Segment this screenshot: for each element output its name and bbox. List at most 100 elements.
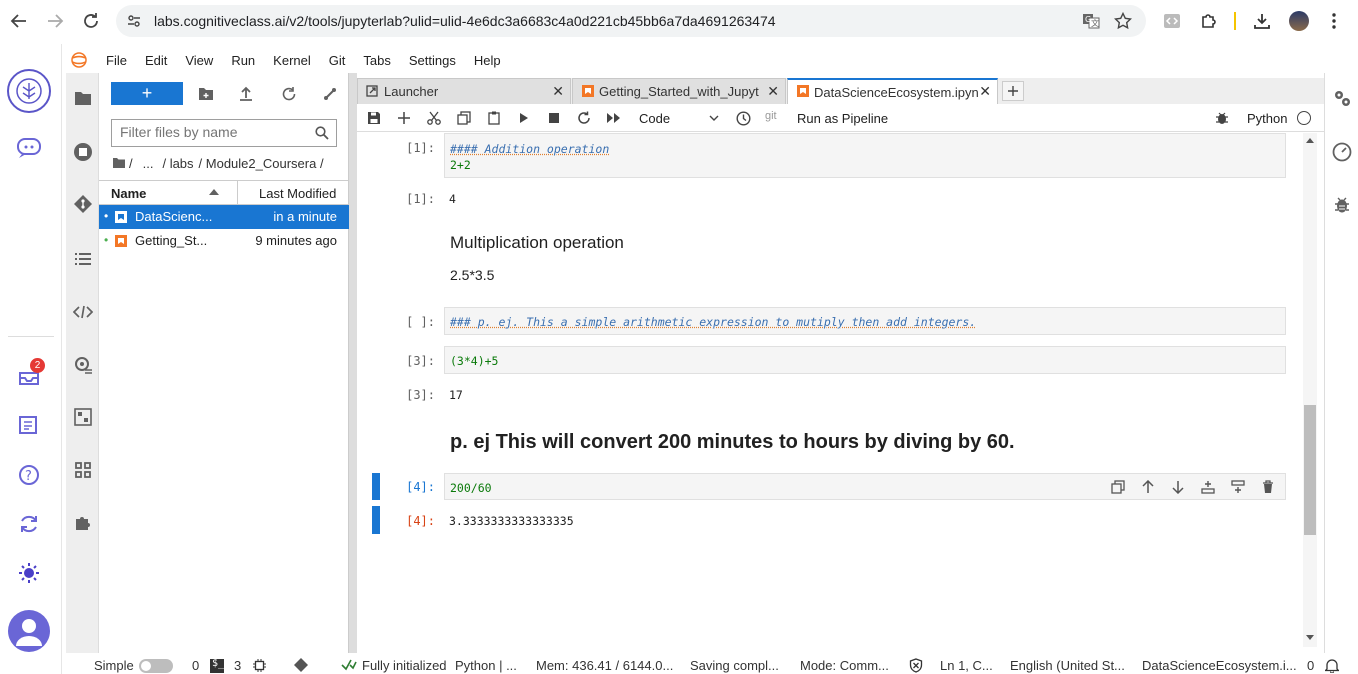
menu-tabs[interactable]: Tabs — [363, 53, 390, 68]
table-of-contents-icon[interactable] — [66, 248, 99, 270]
run-cell-icon[interactable] — [515, 110, 533, 126]
home-folder-icon[interactable] — [113, 158, 125, 168]
interrupt-kernel-icon[interactable] — [545, 110, 563, 126]
sort-caret-up-icon[interactable] — [209, 189, 219, 195]
save-icon[interactable] — [365, 110, 383, 126]
restart-run-all-icon[interactable] — [605, 110, 623, 126]
code-cell[interactable]: 200/60 — [444, 473, 1286, 500]
tab-getting-started[interactable]: Getting_Started_with_Jupyt ✕ — [572, 78, 786, 104]
debugger-icon[interactable] — [1331, 194, 1353, 216]
code-snippets-icon[interactable] — [66, 301, 99, 323]
terminals-count[interactable]: 0 — [192, 658, 199, 673]
bell-icon[interactable] — [1323, 657, 1341, 673]
filter-files-field[interactable] — [120, 120, 310, 144]
copy-icon[interactable] — [455, 110, 473, 126]
clock-icon[interactable] — [734, 109, 752, 127]
help-icon[interactable]: ? — [17, 463, 41, 487]
scroll-down-icon[interactable] — [1306, 635, 1314, 641]
extensions-puzzle-icon[interactable] — [1199, 11, 1219, 31]
close-tab-icon[interactable]: ✕ — [552, 83, 564, 100]
file-row[interactable]: • DataScienc... in a minute — [99, 205, 349, 229]
trust-shield-icon[interactable] — [908, 657, 924, 673]
forward-icon[interactable] — [44, 10, 66, 32]
git-clone-icon[interactable] — [320, 84, 340, 104]
insert-below-icon[interactable] — [1230, 479, 1246, 495]
more-menu-icon[interactable] — [1326, 11, 1342, 31]
paste-icon[interactable] — [485, 110, 503, 126]
profile-avatar[interactable] — [1289, 11, 1309, 31]
add-tab-icon[interactable] — [1002, 81, 1024, 101]
user-avatar[interactable] — [8, 610, 50, 652]
translate-icon[interactable]: G文 — [1082, 12, 1100, 30]
menu-git[interactable]: Git — [329, 53, 346, 68]
lsp-status[interactable]: Fully initialized — [362, 658, 447, 673]
news-icon[interactable] — [17, 414, 41, 436]
insert-above-icon[interactable] — [1200, 479, 1216, 495]
code-cell[interactable]: #### Addition operation 2+2 — [444, 133, 1286, 178]
property-inspector-icon[interactable] — [66, 354, 99, 376]
reload-icon[interactable] — [80, 10, 102, 32]
menu-settings[interactable]: Settings — [409, 53, 456, 68]
close-tab-icon[interactable]: ✕ — [979, 83, 991, 100]
restart-kernel-icon[interactable] — [575, 110, 593, 126]
bookmark-star-icon[interactable] — [1114, 12, 1132, 30]
refresh-icon[interactable] — [17, 512, 41, 536]
menu-edit[interactable]: Edit — [145, 53, 167, 68]
code-extension-icon[interactable] — [1162, 11, 1182, 31]
breadcrumb-ellipsis[interactable]: ... — [143, 156, 154, 171]
tab-datascience-ecosystem[interactable]: DataScienceEcosystem.ipyn ✕ — [787, 78, 998, 104]
cut-icon[interactable] — [425, 110, 443, 126]
git-label[interactable]: git — [765, 110, 777, 122]
breadcrumb-module[interactable]: / Module2_Coursera / — [199, 156, 324, 171]
menu-kernel[interactable]: Kernel — [273, 53, 311, 68]
column-last-modified[interactable]: Last Modified — [259, 186, 336, 201]
run-as-pipeline-button[interactable]: Run as Pipeline — [797, 111, 888, 126]
tab-launcher[interactable]: Launcher ✕ — [357, 78, 571, 104]
address-bar[interactable]: labs.cognitiveclass.ai/v2/tools/jupyterl… — [116, 5, 1146, 37]
lsp-connection-icon[interactable] — [340, 657, 358, 673]
upload-icon[interactable] — [236, 84, 256, 104]
panel-splitter[interactable] — [349, 73, 357, 653]
breadcrumb-root[interactable]: / — [129, 156, 133, 171]
code-cell[interactable]: (3*4)+5 — [444, 346, 1286, 374]
refresh-files-icon[interactable] — [279, 84, 299, 104]
cursor-position[interactable]: Ln 1, C... — [940, 658, 993, 673]
move-up-icon[interactable] — [1140, 479, 1156, 495]
back-icon[interactable] — [8, 10, 30, 32]
property-gears-icon[interactable] — [1331, 87, 1353, 109]
git-icon[interactable] — [66, 193, 99, 215]
debugger-bug-icon[interactable] — [1213, 110, 1231, 126]
simple-mode-toggle[interactable] — [139, 659, 173, 673]
duplicate-cell-icon[interactable] — [1110, 479, 1126, 495]
move-down-icon[interactable] — [1170, 479, 1186, 495]
notebook-mode[interactable]: Mode: Comm... — [800, 658, 889, 673]
git-status-icon[interactable] — [293, 657, 309, 673]
notebook-scrollbar[interactable] — [1303, 133, 1317, 647]
cell-type-select[interactable]: Code — [639, 108, 721, 128]
pipeline-components-icon[interactable] — [66, 406, 99, 428]
kernel-status[interactable]: Python | ... — [455, 658, 517, 673]
notification-count[interactable]: 0 — [1307, 658, 1314, 673]
new-folder-icon[interactable] — [196, 84, 216, 104]
puzzle-extension-icon[interactable] — [66, 512, 99, 534]
kernels-count[interactable]: 3 — [234, 658, 241, 673]
file-row[interactable]: • Getting_St... 9 minutes ago — [99, 229, 349, 253]
menu-file[interactable]: File — [106, 53, 127, 68]
delete-cell-icon[interactable] — [1260, 479, 1276, 495]
filter-files-input[interactable] — [111, 119, 337, 147]
download-icon[interactable] — [1252, 11, 1272, 31]
scrollbar-thumb[interactable] — [1304, 405, 1316, 535]
menu-view[interactable]: View — [185, 53, 213, 68]
insert-cell-icon[interactable] — [395, 110, 413, 126]
chat-icon[interactable] — [16, 136, 42, 160]
close-tab-icon[interactable]: ✕ — [767, 83, 779, 100]
theme-sun-icon[interactable] — [17, 561, 41, 585]
new-launcher-button[interactable]: + — [111, 82, 183, 105]
breadcrumb-labs[interactable]: / labs — [162, 156, 193, 171]
menu-help[interactable]: Help — [474, 53, 501, 68]
kernel-name[interactable]: Python — [1247, 111, 1287, 126]
site-info-icon[interactable] — [126, 13, 142, 29]
display-language[interactable]: English (United St... — [1010, 658, 1125, 673]
running-stop-icon[interactable] — [66, 141, 99, 163]
extension-manager-icon[interactable] — [66, 459, 99, 481]
